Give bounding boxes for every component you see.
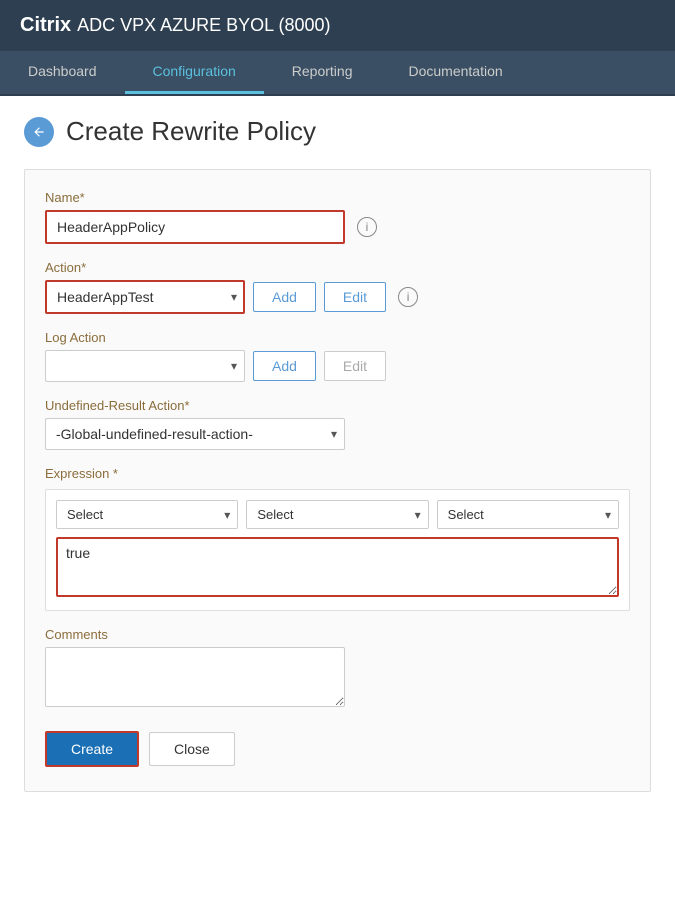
action-add-button[interactable]: Add	[253, 282, 316, 312]
expr-select2-wrap: Select ▾	[246, 500, 428, 529]
log-action-row: ▾ Add Edit	[45, 350, 630, 382]
expr-select3[interactable]: Select	[437, 500, 619, 529]
log-action-add-button[interactable]: Add	[253, 351, 316, 381]
action-row: HeaderAppTest ▾ Add Edit i	[45, 280, 630, 314]
create-button[interactable]: Create	[45, 731, 139, 767]
action-info-icon: i	[398, 287, 418, 307]
page-content: Create Rewrite Policy Name* i Action* He…	[0, 96, 675, 812]
name-label: Name*	[45, 190, 630, 205]
undefined-result-select[interactable]: -Global-undefined-result-action-	[45, 418, 345, 450]
expression-textarea[interactable]: true	[56, 537, 619, 597]
page-header: Create Rewrite Policy	[24, 116, 651, 147]
tab-dashboard[interactable]: Dashboard	[0, 51, 125, 94]
form-footer: Create Close	[45, 731, 630, 767]
name-group: Name* i	[45, 190, 630, 244]
page-title: Create Rewrite Policy	[66, 116, 316, 147]
undefined-result-select-wrap: -Global-undefined-result-action- ▾	[45, 418, 345, 450]
expr-select1-wrap: Select ▾	[56, 500, 238, 529]
name-info-icon: i	[357, 217, 377, 237]
close-button[interactable]: Close	[149, 732, 235, 766]
comments-input[interactable]	[45, 647, 345, 707]
log-action-select-wrap: ▾	[45, 350, 245, 382]
header: Citrix ADC VPX AZURE BYOL (8000)	[0, 0, 675, 51]
action-select[interactable]: HeaderAppTest	[45, 280, 245, 314]
expression-group: Expression * Select ▾ Select ▾	[45, 466, 630, 611]
comments-group: Comments	[45, 627, 630, 707]
back-button[interactable]	[24, 117, 54, 147]
expression-selects: Select ▾ Select ▾ Select ▾	[56, 500, 619, 529]
undefined-result-group: Undefined-Result Action* -Global-undefin…	[45, 398, 630, 450]
back-icon	[32, 125, 46, 139]
expr-select3-wrap: Select ▾	[437, 500, 619, 529]
form-section: Name* i Action* HeaderAppTest ▾ Add Edit…	[24, 169, 651, 792]
expr-select2[interactable]: Select	[246, 500, 428, 529]
name-input[interactable]	[45, 210, 345, 244]
nav-tabs: Dashboard Configuration Reporting Docume…	[0, 51, 675, 96]
tab-reporting[interactable]: Reporting	[264, 51, 381, 94]
undefined-result-label: Undefined-Result Action*	[45, 398, 630, 413]
log-action-label: Log Action	[45, 330, 630, 345]
log-action-select[interactable]	[45, 350, 245, 382]
expr-select1[interactable]: Select	[56, 500, 238, 529]
tab-documentation[interactable]: Documentation	[380, 51, 530, 94]
action-group: Action* HeaderAppTest ▾ Add Edit i	[45, 260, 630, 314]
comments-label: Comments	[45, 627, 630, 642]
tab-configuration[interactable]: Configuration	[125, 51, 264, 94]
action-label: Action*	[45, 260, 630, 275]
log-action-group: Log Action ▾ Add Edit	[45, 330, 630, 382]
action-select-wrap: HeaderAppTest ▾	[45, 280, 245, 314]
action-edit-button[interactable]: Edit	[324, 282, 386, 312]
expression-label: Expression *	[45, 466, 630, 481]
expression-container: Select ▾ Select ▾ Select ▾	[45, 489, 630, 611]
brand-rest: ADC VPX AZURE BYOL (8000)	[77, 15, 330, 36]
log-action-edit-button[interactable]: Edit	[324, 351, 386, 381]
brand-citrix: Citrix	[20, 14, 71, 37]
